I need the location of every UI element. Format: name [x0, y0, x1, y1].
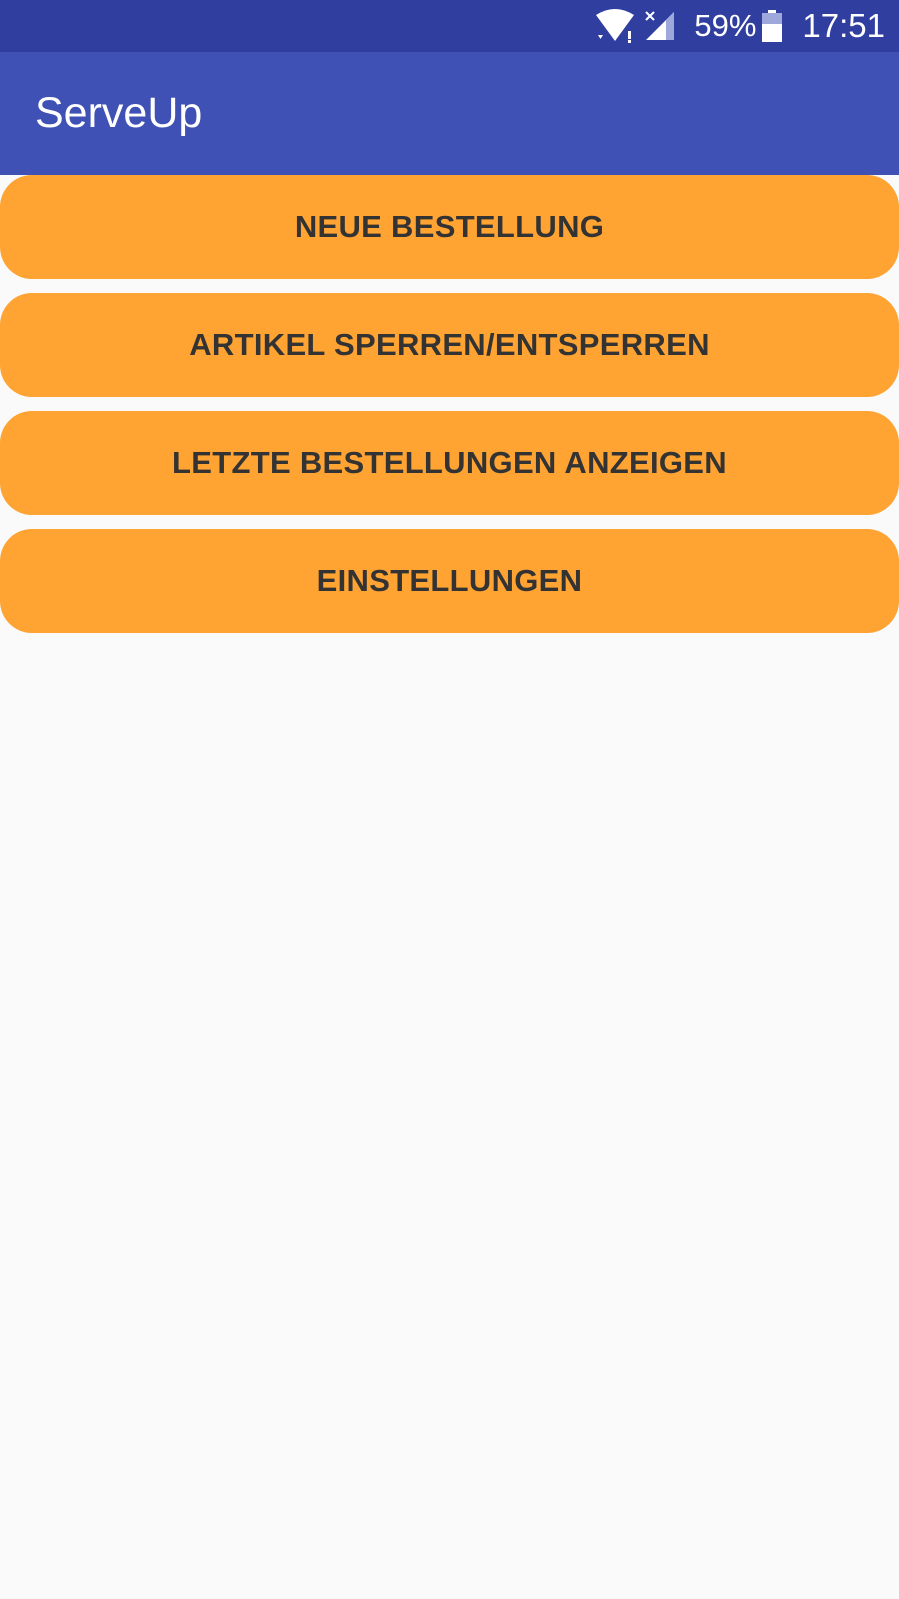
empty-content-area [0, 635, 899, 1599]
battery-icon [762, 10, 783, 42]
wifi-icon [594, 9, 636, 43]
new-order-button[interactable]: NEUE BESTELLUNG [0, 175, 899, 279]
signal-icon [644, 10, 676, 42]
status-clock: 17:51 [802, 7, 885, 44]
show-recent-orders-button[interactable]: LETZTE BESTELLUNGEN ANZEIGEN [0, 411, 899, 515]
status-bar: 59% 17:51 [0, 0, 899, 52]
lock-unlock-items-button[interactable]: ARTIKEL SPERREN/ENTSPERREN [0, 293, 899, 397]
app-title: ServeUp [35, 89, 203, 137]
status-icons: 59% 17:51 [594, 0, 885, 52]
battery-percent: 59% [694, 8, 757, 43]
settings-button[interactable]: EINSTELLUNGEN [0, 529, 899, 633]
app-bar: ServeUp [0, 52, 899, 175]
